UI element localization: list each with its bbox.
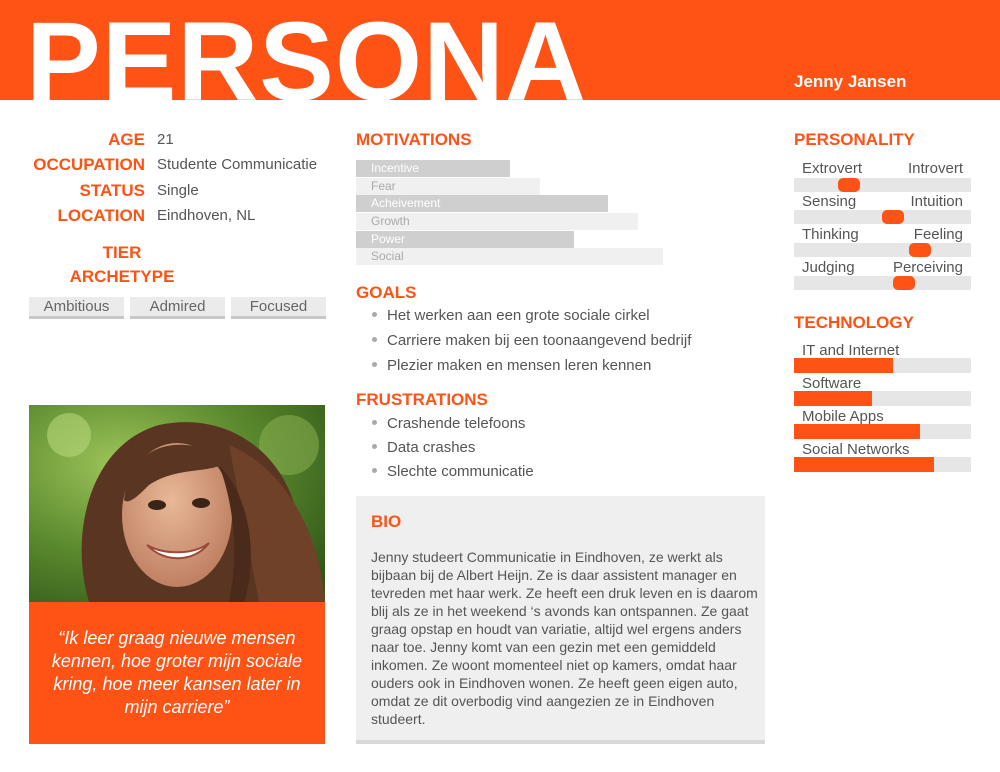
technology-title: TECHNOLOGY [794,313,914,332]
frustration-item: Crashende telefoons [372,415,525,432]
personality-slider-marker [909,243,931,257]
technology-bar-fill [794,391,872,406]
tier-title: TIER [102,243,142,262]
goal-text: Het werken aan een grote sociale cirkel [387,307,650,324]
technology-label: Mobile Apps [802,408,884,425]
technology-bar-fill [794,358,893,373]
trait-left-label: Thinking [802,226,859,243]
archetype-tag: Focused [231,297,326,319]
personality-slider-track [794,210,971,224]
bio-box: BIO Jenny studeert Communicatie in Eindh… [356,496,765,744]
motivations-title: MOTIVATIONS [356,130,472,149]
info-value-occupation: Studente Communicatie [157,156,318,173]
motivation-label: Incentive [371,161,420,175]
motivation-row: Acheivement [356,195,663,212]
motivation-row: Power [356,231,663,248]
personality-slider-marker [893,276,915,290]
bio-title: BIO [371,512,402,531]
personality-slider-track [794,178,971,192]
personality-slider-marker [838,178,860,192]
goal-item: Carriere maken bij een toonaangevend bed… [372,332,691,349]
personality-scale-labels: Extrovert Introvert [794,160,971,178]
trait-right-label: Intuition [910,193,963,210]
header-banner: PERSONA Jenny Jansen [0,0,1000,100]
motivation-row: Social [356,248,663,265]
frustration-item: Slechte communicatie [372,463,534,480]
info-value-age: 21 [157,131,174,148]
frustration-text: Data crashes [387,439,476,456]
technology-label: IT and Internet [802,342,900,359]
technology-bar-track [794,358,971,373]
goal-item: Plezier maken en mensen leren kennen [372,357,651,374]
technology-bar-track [794,457,971,472]
frustration-text: Slechte communicatie [387,463,534,480]
motivation-label: Fear [371,179,396,193]
info-label-status: STATUS [79,181,145,200]
trait-left-label: Extrovert [802,160,863,177]
technology-label: Software [802,375,862,392]
trait-right-label: Introvert [907,160,963,177]
motivation-row: Fear [356,178,663,195]
persona-name: Jenny Jansen [794,72,907,91]
personality-slider-track [794,243,971,257]
frustration-item: Data crashes [372,439,475,456]
trait-right-label: Feeling [913,226,963,243]
personality-title: PERSONALITY [794,130,915,149]
info-label-location: LOCATION [57,206,145,225]
technology-bar-fill [794,457,934,472]
quote-box: “Ik leer graag nieuwe mensen kennen, hoe… [29,602,325,744]
motivation-label: Growth [371,214,410,228]
info-label-age: AGE [108,130,145,149]
trait-right-label: Perceiving [892,259,963,276]
frustration-text: Crashende telefoons [387,415,526,432]
goal-item: Het werken aan een grote sociale cirkel [372,307,650,324]
personality-scale-labels: Sensing Intuition [794,193,971,211]
personality-slider-track [794,276,971,290]
technology-label: Social Networks [802,441,910,458]
bio-text: Jenny studeert Communicatie in Eindhoven… [371,549,758,727]
frustrations-title: FRUSTRATIONS [356,390,488,409]
motivation-row: Growth [356,213,663,230]
portrait-photo-icon [29,405,325,602]
technology-bar-fill [794,424,920,439]
archetype-tag: Ambitious [29,297,124,319]
motivation-label: Social [371,249,404,263]
personality-slider-marker [882,210,904,224]
technology-bar-track [794,391,971,406]
info-value-status: Single [157,182,199,199]
bullet-icon [372,467,377,473]
bullet-icon [372,336,377,342]
motivation-label: Power [371,232,406,246]
info-value-location: Eindhoven, NL [157,207,256,224]
archetype-title: ARCHETYPE [69,267,175,286]
goal-text: Plezier maken en mensen leren kennen [387,357,652,374]
archetype-tag: Admired [130,297,225,319]
persona-quote: “Ik leer graag nieuwe mensen kennen, hoe… [51,628,303,717]
trait-left-label: Sensing [802,193,857,210]
bullet-icon [372,311,377,317]
bullet-icon [372,361,377,367]
portrait-illustration [29,405,325,602]
bullet-icon [372,419,377,425]
goals-title: GOALS [356,283,417,302]
technology-bar-track [794,424,971,439]
page-title: PERSONA [26,0,587,101]
bullet-icon [372,443,377,449]
info-label-occupation: OCCUPATION [33,155,145,174]
trait-left-label: Judging [802,259,855,276]
goal-text: Carriere maken bij een toonaangevend bed… [387,332,692,349]
personality-scale-labels: Thinking Feeling [794,226,971,244]
motivation-label: Acheivement [371,196,441,210]
motivation-row: Incentive [356,160,663,177]
personality-scale-labels: Judging Perceiving [794,259,971,277]
